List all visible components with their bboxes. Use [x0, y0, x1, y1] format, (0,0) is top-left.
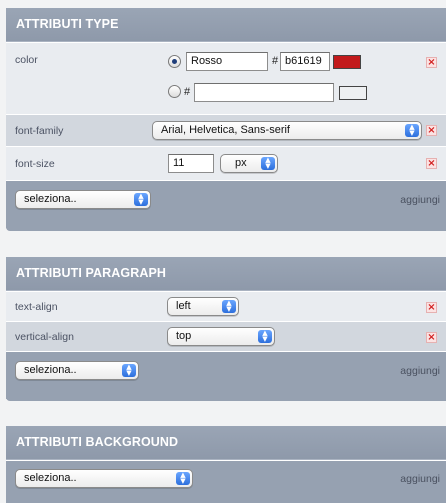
select-arrows-icon: ▲ ▼: [134, 193, 148, 206]
select-arrows-icon: ▲ ▼: [176, 472, 190, 485]
select-arrows-icon: ▲ ▼: [122, 364, 136, 377]
panel-type: ATTRIBUTI TYPE color Rosso # b61619 × # …: [6, 8, 446, 231]
add-attribute-link[interactable]: aggiungi: [400, 365, 440, 377]
text-align-select[interactable]: left ▲ ▼: [167, 297, 239, 316]
panel-title: ATTRIBUTI PARAGRAPH: [6, 257, 446, 291]
attribute-select[interactable]: seleziona.. ▲ ▼: [15, 469, 193, 488]
add-attribute-link[interactable]: aggiungi: [400, 473, 440, 485]
vertical-align-row: vertical-align top ▲ ▼ ×: [6, 321, 446, 351]
panel-title: ATTRIBUTI TYPE: [6, 8, 446, 42]
text-align-label: text-align: [15, 301, 58, 313]
select-arrows-icon: ▲ ▼: [261, 157, 275, 170]
add-attribute-row: seleziona.. ▲ ▼ aggiungi: [6, 460, 446, 503]
font-size-row: font-size 11 px ▲ ▼ ×: [6, 146, 446, 180]
select-arrows-icon: ▲ ▼: [258, 330, 272, 343]
remove-font-family-icon[interactable]: ×: [426, 125, 437, 136]
attribute-select[interactable]: seleziona.. ▲ ▼: [15, 361, 139, 380]
add-attribute-link[interactable]: aggiungi: [400, 194, 440, 206]
attribute-select-value: seleziona..: [24, 472, 77, 484]
select-arrows-icon: ▲ ▼: [405, 124, 419, 137]
vertical-align-label: vertical-align: [15, 331, 74, 343]
font-family-row: font-family Arial, Helvetica, Sans-serif…: [6, 114, 446, 146]
panel-background: ATTRIBUTI BACKGROUND seleziona.. ▲ ▼ aggi…: [6, 426, 446, 503]
color-row: color Rosso # b61619 × #: [6, 42, 446, 114]
color-named-radio[interactable]: [168, 55, 181, 68]
remove-vertical-align-icon[interactable]: ×: [426, 332, 437, 343]
hash-symbol: #: [184, 86, 191, 98]
text-align-row: text-align left ▲ ▼ ×: [6, 291, 446, 321]
color-hex-radio[interactable]: [168, 85, 181, 98]
font-size-unit-select[interactable]: px ▲ ▼: [220, 154, 278, 173]
remove-text-align-icon[interactable]: ×: [426, 302, 437, 313]
panel-title: ATTRIBUTI BACKGROUND: [6, 426, 446, 460]
color-label: color: [15, 54, 38, 66]
font-family-label: font-family: [15, 125, 64, 137]
vertical-align-value: top: [176, 330, 192, 342]
font-size-unit-value: px: [235, 157, 247, 169]
font-size-input[interactable]: 11: [168, 154, 214, 173]
color-hex-input[interactable]: b61619: [280, 52, 330, 71]
vertical-align-select[interactable]: top ▲ ▼: [167, 327, 275, 346]
color-name-input[interactable]: Rosso: [186, 52, 268, 71]
panel-paragraph: ATTRIBUTI PARAGRAPH text-align left ▲ ▼ ×…: [6, 257, 446, 401]
remove-font-size-icon[interactable]: ×: [426, 158, 437, 169]
text-align-value: left: [176, 300, 191, 312]
color-custom-swatch[interactable]: [339, 86, 367, 100]
color-swatch[interactable]: [333, 55, 361, 69]
remove-color-icon[interactable]: ×: [426, 57, 437, 68]
attribute-select-value: seleziona..: [24, 193, 77, 205]
attribute-select-value: seleziona..: [24, 364, 77, 376]
add-attribute-row: seleziona.. ▲ ▼ aggiungi: [6, 351, 446, 399]
select-arrows-icon: ▲ ▼: [222, 300, 236, 313]
font-family-value: Arial, Helvetica, Sans-serif: [161, 124, 290, 136]
font-family-select[interactable]: Arial, Helvetica, Sans-serif ▲ ▼: [152, 121, 422, 140]
add-attribute-row: seleziona.. ▲ ▼ aggiungi: [6, 180, 446, 228]
hash-symbol: #: [272, 55, 279, 67]
font-size-label: font-size: [15, 158, 55, 170]
attribute-select[interactable]: seleziona.. ▲ ▼: [15, 190, 151, 209]
color-custom-hex-input[interactable]: [194, 83, 334, 102]
